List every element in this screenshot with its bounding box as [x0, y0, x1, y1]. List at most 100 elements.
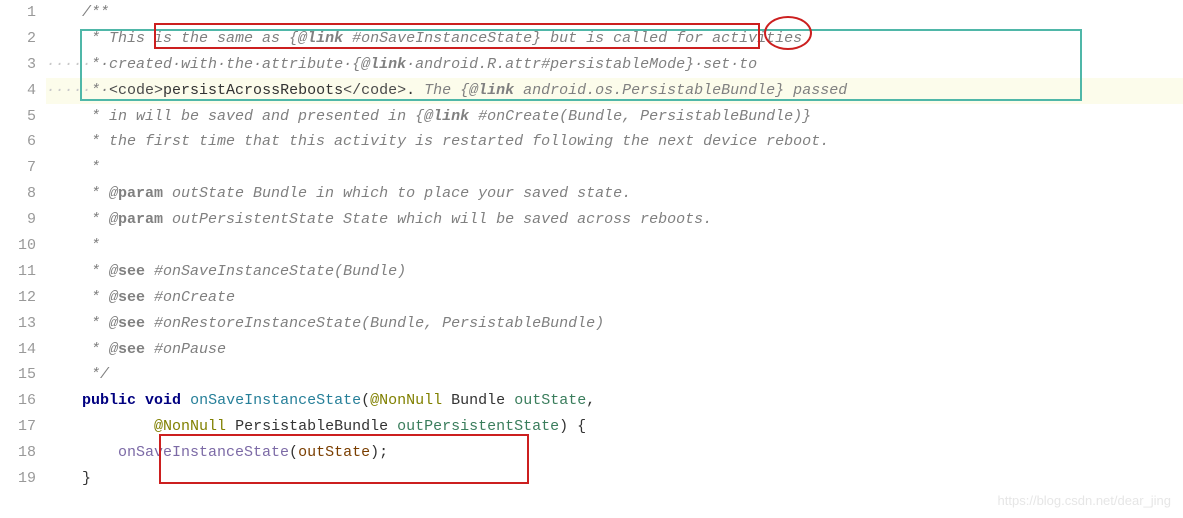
line-number: 6: [0, 129, 36, 155]
space: [442, 392, 451, 409]
code-line[interactable]: * @see #onRestoreInstanceState(Bundle, P…: [46, 311, 1183, 337]
annotation: @NonNull: [370, 392, 442, 409]
javadoc-see-tag: see: [118, 341, 145, 358]
line-number: 19: [0, 466, 36, 492]
code-tag-open: <code>: [109, 82, 163, 99]
javadoc-text: #onSaveInstanceState(Bundle): [145, 263, 406, 280]
code-line[interactable]: * the first time that this activity is r…: [46, 129, 1183, 155]
code-line[interactable]: * @see #onSaveInstanceState(Bundle): [46, 259, 1183, 285]
javadoc-link-tag: link: [478, 82, 514, 99]
code-area[interactable]: /** * This is the same as {@link #onSave…: [46, 0, 1183, 492]
javadoc-text: #onSaveInstanceState} but is called for …: [343, 30, 802, 47]
space: [505, 392, 514, 409]
javadoc-text: #onCreate(Bundle, PersistableBundle)}: [469, 108, 811, 125]
javadoc-text: created·with·the·attribute·{@: [109, 56, 370, 73]
indent: *: [46, 30, 109, 47]
code-line[interactable]: * @param outState Bundle in which to pla…: [46, 181, 1183, 207]
javadoc-star: *·: [91, 56, 109, 73]
code-line[interactable]: * @param outPersistentState State which …: [46, 207, 1183, 233]
code-line[interactable]: * in will be saved and presented in {@li…: [46, 104, 1183, 130]
javadoc-star: *: [46, 237, 100, 254]
line-number: 16: [0, 388, 36, 414]
javadoc-text: The {@: [415, 82, 478, 99]
close-brace: }: [82, 470, 91, 487]
paren: (: [361, 392, 370, 409]
code-line[interactable]: public void onSaveInstanceState(@NonNull…: [46, 388, 1183, 414]
paren-brace: ) {: [559, 418, 586, 435]
code-line[interactable]: /**: [46, 0, 1183, 26]
indent: * @: [46, 341, 118, 358]
indent: * @: [46, 315, 118, 332]
line-number: 1: [0, 0, 36, 26]
indent: [46, 418, 154, 435]
code-line[interactable]: *: [46, 233, 1183, 259]
argument: outState: [298, 444, 370, 461]
indent: * @: [46, 263, 118, 280]
javadoc-start: /**: [82, 4, 109, 21]
code-line[interactable]: ·····*·<code>persistAcrossReboots</code>…: [46, 78, 1183, 104]
annotation: @NonNull: [154, 418, 226, 435]
line-number: 2: [0, 26, 36, 52]
indent: [46, 4, 82, 21]
line-number: 7: [0, 155, 36, 181]
whitespace-dots: ·····: [46, 82, 91, 99]
line-number: 13: [0, 311, 36, 337]
line-number-gutter: 1 2 3 4 5 6 7 8 9 10 11 12 13 14 15 16 1…: [0, 0, 46, 492]
code-line[interactable]: onSaveInstanceState(outState);: [46, 440, 1183, 466]
javadoc-text: the first time that this activity is res…: [109, 133, 829, 150]
javadoc-text: android.os.PersistableBundle} passed: [514, 82, 847, 99]
javadoc-text: #onCreate: [145, 289, 235, 306]
javadoc-star: *·: [91, 82, 109, 99]
type: PersistableBundle: [235, 418, 388, 435]
code-line[interactable]: */: [46, 362, 1183, 388]
javadoc-text: outState Bundle in which to place your s…: [163, 185, 631, 202]
line-number: 3: [0, 52, 36, 78]
javadoc-see-tag: see: [118, 289, 145, 306]
paren: (: [289, 444, 298, 461]
code-line[interactable]: ·····*·created·with·the·attribute·{@link…: [46, 52, 1183, 78]
code-line[interactable]: * @see #onPause: [46, 337, 1183, 363]
javadoc-link-tag: link: [433, 108, 469, 125]
period: .: [406, 82, 415, 99]
javadoc-see-tag: see: [118, 315, 145, 332]
code-editor: 1 2 3 4 5 6 7 8 9 10 11 12 13 14 15 16 1…: [0, 0, 1183, 492]
line-number: 11: [0, 259, 36, 285]
line-number: 9: [0, 207, 36, 233]
return-type: void: [145, 392, 181, 409]
javadoc-star: *: [46, 159, 100, 176]
paren-semi: );: [370, 444, 388, 461]
line-number: 17: [0, 414, 36, 440]
keyword-public: public: [82, 392, 136, 409]
indent: * @: [46, 185, 118, 202]
space: [181, 392, 190, 409]
code-line[interactable]: @NonNull PersistableBundle outPersistent…: [46, 414, 1183, 440]
type: Bundle: [451, 392, 505, 409]
javadoc-param-tag: param: [118, 185, 163, 202]
method-call: onSaveInstanceState: [118, 444, 289, 461]
javadoc-text: outPersistentState State which will be s…: [163, 211, 712, 228]
space: [388, 418, 397, 435]
javadoc-text: This is the same as {@: [109, 30, 307, 47]
line-number: 12: [0, 285, 36, 311]
code-line[interactable]: * This is the same as {@link #onSaveInst…: [46, 26, 1183, 52]
indent: *: [46, 133, 109, 150]
indent: * @: [46, 289, 118, 306]
code-line[interactable]: *: [46, 155, 1183, 181]
javadoc-end: */: [91, 366, 109, 383]
code-line[interactable]: }: [46, 466, 1183, 492]
watermark-text: https://blog.csdn.net/dear_jing: [998, 490, 1171, 512]
line-number: 4: [0, 78, 36, 104]
javadoc-link-tag: link: [307, 30, 343, 47]
line-number: 14: [0, 337, 36, 363]
comma: ,: [586, 392, 595, 409]
code-line[interactable]: * @see #onCreate: [46, 285, 1183, 311]
line-number: 8: [0, 181, 36, 207]
javadoc-param-tag: param: [118, 211, 163, 228]
code-tag-close: </code>: [343, 82, 406, 99]
indent: [46, 392, 82, 409]
method-name: onSaveInstanceState: [190, 392, 361, 409]
line-number: 15: [0, 362, 36, 388]
javadoc-text: in will be saved and presented in {@: [109, 108, 433, 125]
indent: [46, 470, 82, 487]
space: [136, 392, 145, 409]
